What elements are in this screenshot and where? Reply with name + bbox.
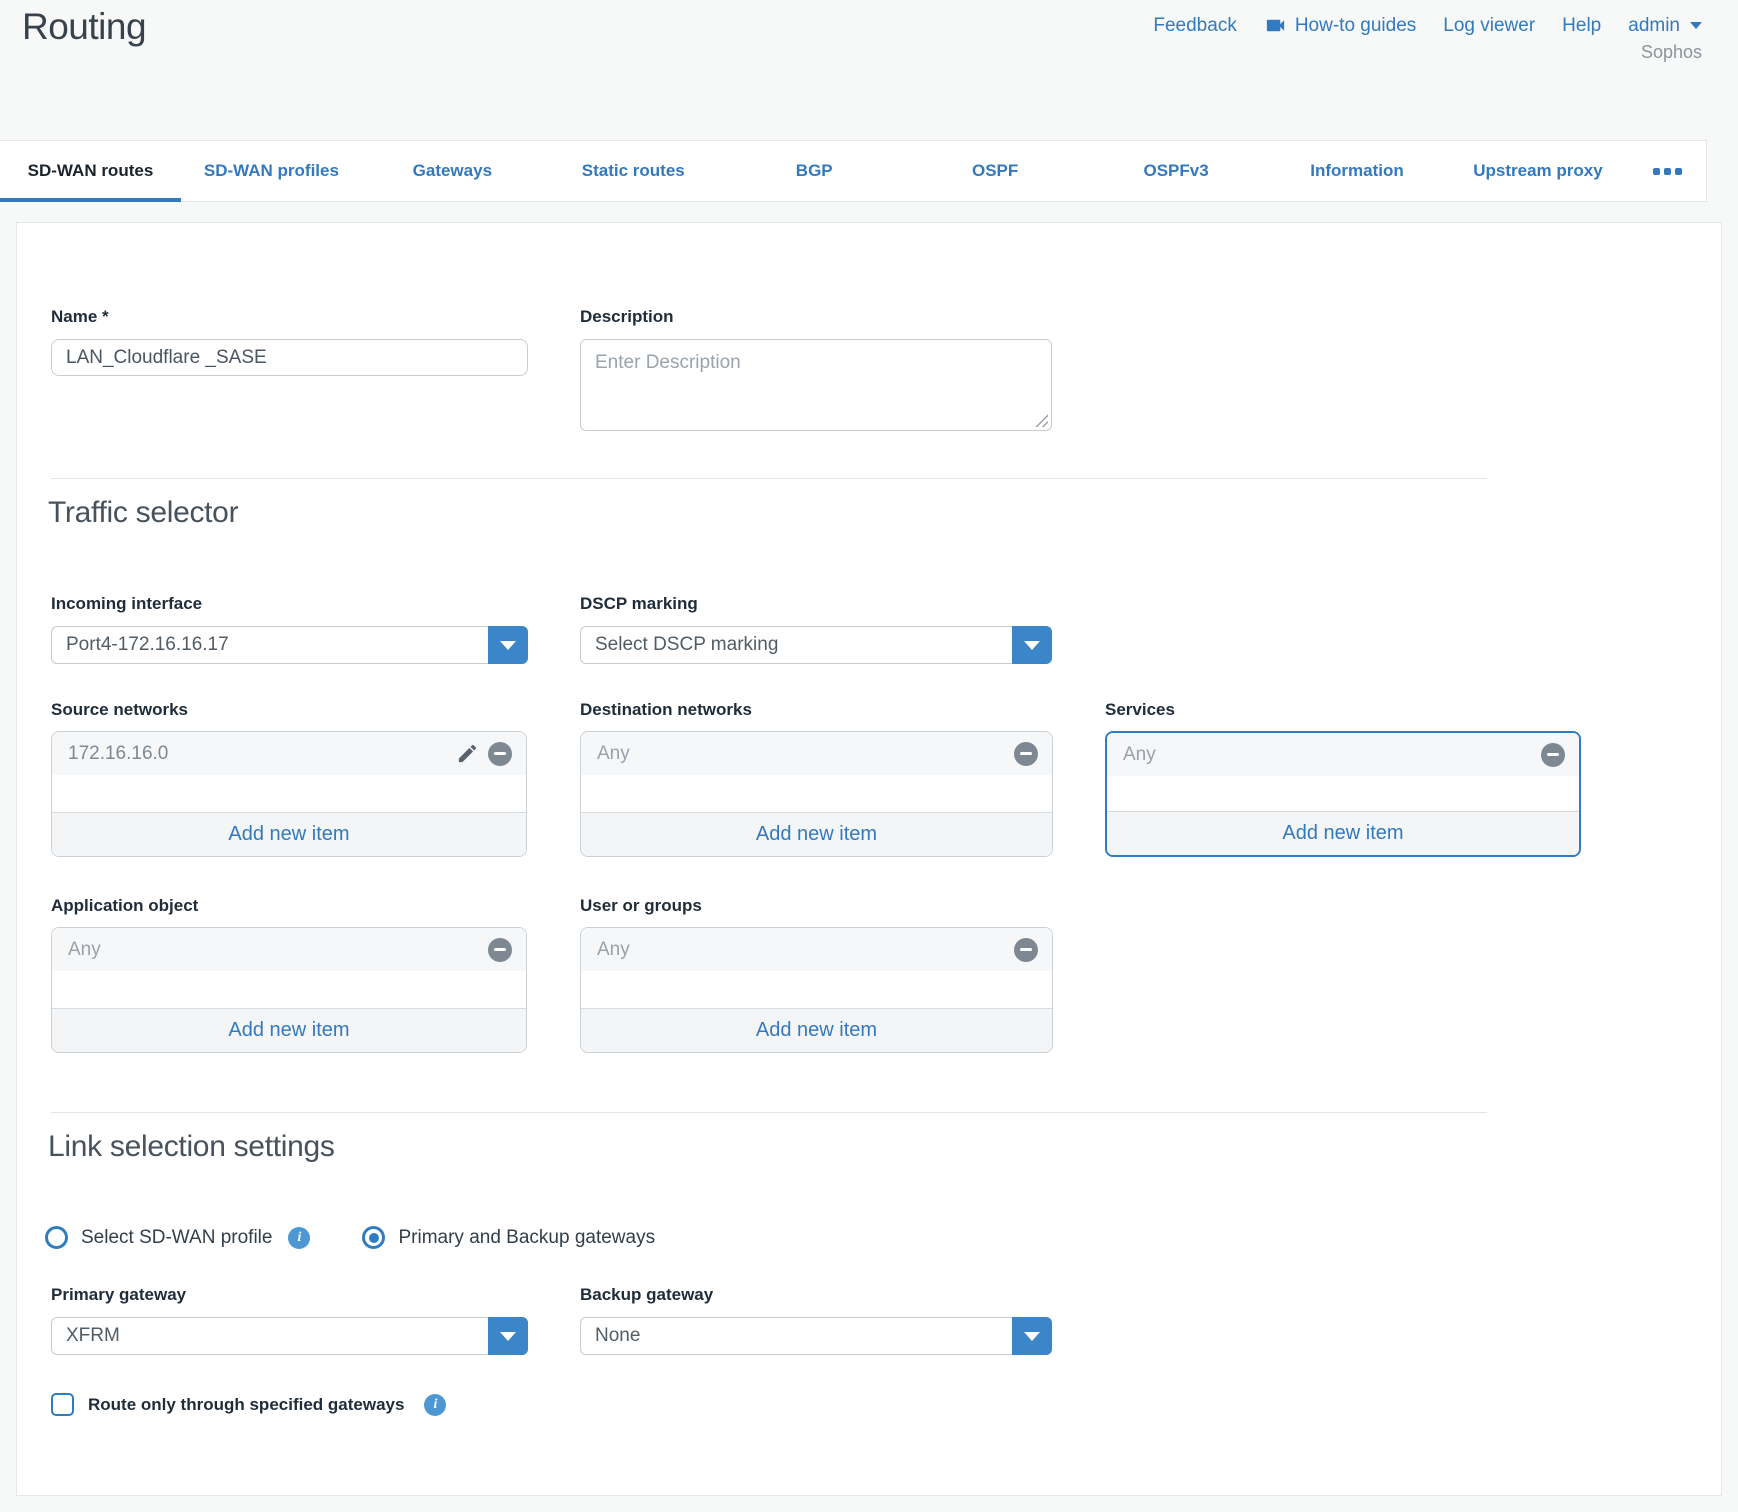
route-only-row: Route only through specified gateways i — [51, 1393, 446, 1416]
source-networks-listbox: 172.16.16.0 Add new item — [51, 731, 527, 857]
tab-information[interactable]: Information — [1267, 141, 1448, 201]
description-field-wrap — [580, 339, 1052, 431]
tab-bar: SD-WAN routes SD-WAN profiles Gateways S… — [0, 140, 1707, 202]
section-divider — [51, 1112, 1487, 1113]
application-object-value: Any — [68, 939, 488, 961]
user-or-groups-label: User or groups — [580, 896, 702, 916]
dscp-marking-value: Select DSCP marking — [581, 634, 1012, 656]
dropdown-arrow-button[interactable] — [1012, 1317, 1052, 1355]
dscp-marking-select[interactable]: Select DSCP marking — [580, 626, 1052, 664]
tab-bgp[interactable]: BGP — [724, 141, 905, 201]
radio-primary-backup-gateways[interactable] — [362, 1226, 385, 1249]
admin-label: admin — [1628, 15, 1680, 37]
services-label: Services — [1105, 700, 1175, 720]
traffic-selector-heading: Traffic selector — [48, 496, 238, 530]
routing-page: Routing Feedback How-to guides Log viewe… — [0, 0, 1738, 1512]
incoming-interface-value: Port4-172.16.16.17 — [52, 634, 488, 656]
list-item: Any — [52, 928, 526, 971]
primary-gateway-label: Primary gateway — [51, 1285, 186, 1305]
page-title: Routing — [22, 6, 146, 48]
log-viewer-link[interactable]: Log viewer — [1443, 15, 1535, 37]
feedback-link[interactable]: Feedback — [1153, 15, 1236, 37]
video-camera-icon — [1264, 14, 1287, 37]
tab-ospf[interactable]: OSPF — [905, 141, 1086, 201]
service-value: Any — [1123, 744, 1541, 766]
howto-guides-link[interactable]: How-to guides — [1264, 14, 1416, 37]
tab-static-routes[interactable]: Static routes — [543, 141, 724, 201]
howto-guides-label: How-to guides — [1295, 15, 1416, 37]
log-viewer-label: Log viewer — [1443, 15, 1535, 37]
add-new-item-button[interactable]: Add new item — [1107, 811, 1579, 855]
radio-label: Select SD-WAN profile — [81, 1227, 272, 1249]
link-selection-options: Select SD-WAN profile i Primary and Back… — [45, 1226, 655, 1249]
feedback-label: Feedback — [1153, 15, 1236, 37]
source-networks-label: Source networks — [51, 700, 188, 720]
tab-upstream-proxy[interactable]: Upstream proxy — [1448, 141, 1629, 201]
list-item: 172.16.16.0 — [52, 732, 526, 775]
dropdown-arrow-button[interactable] — [488, 626, 528, 664]
destination-network-value: Any — [597, 743, 1014, 765]
help-link[interactable]: Help — [1562, 15, 1601, 37]
listbox-empty-area — [1107, 776, 1579, 811]
chevron-down-icon — [1690, 22, 1702, 29]
section-divider — [51, 478, 1487, 479]
tab-gateways[interactable]: Gateways — [362, 141, 543, 201]
help-label: Help — [1562, 15, 1601, 37]
edit-pencil-icon[interactable] — [455, 742, 479, 766]
list-item: Any — [581, 928, 1052, 971]
name-input[interactable] — [51, 339, 528, 376]
dscp-marking-label: DSCP marking — [580, 594, 698, 614]
add-new-item-button[interactable]: Add new item — [581, 812, 1052, 856]
user-or-groups-listbox: Any Add new item — [580, 927, 1053, 1053]
tab-sd-wan-routes[interactable]: SD-WAN routes — [0, 141, 181, 201]
backup-gateway-label: Backup gateway — [580, 1285, 713, 1305]
remove-item-icon[interactable] — [488, 742, 512, 766]
listbox-empty-area — [52, 971, 526, 1008]
remove-item-icon[interactable] — [1014, 742, 1038, 766]
primary-gateway-select[interactable]: XFRM — [51, 1317, 528, 1355]
radio-select-sd-wan-profile[interactable] — [45, 1226, 68, 1249]
incoming-interface-select[interactable]: Port4-172.16.16.17 — [51, 626, 528, 664]
tabs-more-ellipsis-icon[interactable] — [1628, 141, 1706, 201]
radio-label: Primary and Backup gateways — [398, 1227, 655, 1249]
route-only-label: Route only through specified gateways — [88, 1395, 404, 1415]
list-item: Any — [581, 732, 1052, 775]
services-listbox: Any Add new item — [1105, 731, 1581, 857]
dropdown-arrow-button[interactable] — [1012, 626, 1052, 664]
add-new-item-button[interactable]: Add new item — [52, 812, 526, 856]
tab-ospfv3[interactable]: OSPFv3 — [1086, 141, 1267, 201]
listbox-empty-area — [52, 775, 526, 812]
application-object-label: Application object — [51, 896, 198, 916]
listbox-empty-area — [581, 775, 1052, 812]
add-new-item-button[interactable]: Add new item — [581, 1008, 1052, 1052]
required-asterisk: * — [102, 307, 109, 326]
destination-networks-listbox: Any Add new item — [580, 731, 1053, 857]
list-item: Any — [1107, 733, 1579, 776]
backup-gateway-select[interactable]: None — [580, 1317, 1052, 1355]
incoming-interface-label: Incoming interface — [51, 594, 202, 614]
destination-networks-label: Destination networks — [580, 700, 752, 720]
description-label: Description — [580, 307, 674, 327]
tab-sd-wan-profiles[interactable]: SD-WAN profiles — [181, 141, 362, 201]
name-label: Name * — [51, 307, 109, 327]
user-or-groups-value: Any — [597, 939, 1014, 961]
remove-item-icon[interactable] — [488, 938, 512, 962]
source-network-value: 172.16.16.0 — [68, 743, 455, 765]
dropdown-arrow-button[interactable] — [488, 1317, 528, 1355]
route-only-checkbox[interactable] — [51, 1393, 74, 1416]
application-object-listbox: Any Add new item — [51, 927, 527, 1053]
add-new-item-button[interactable]: Add new item — [52, 1008, 526, 1052]
info-icon[interactable]: i — [288, 1227, 310, 1249]
remove-item-icon[interactable] — [1014, 938, 1038, 962]
org-name: Sophos — [1641, 42, 1702, 63]
info-icon[interactable]: i — [424, 1394, 446, 1416]
top-nav: Feedback How-to guides Log viewer Help a… — [1153, 14, 1702, 37]
primary-gateway-value: XFRM — [52, 1325, 488, 1347]
remove-item-icon[interactable] — [1541, 743, 1565, 767]
link-selection-heading: Link selection settings — [48, 1130, 335, 1164]
listbox-empty-area — [581, 971, 1052, 1008]
admin-menu[interactable]: admin — [1628, 15, 1702, 37]
description-textarea[interactable] — [580, 339, 1052, 431]
backup-gateway-value: None — [581, 1325, 1012, 1347]
